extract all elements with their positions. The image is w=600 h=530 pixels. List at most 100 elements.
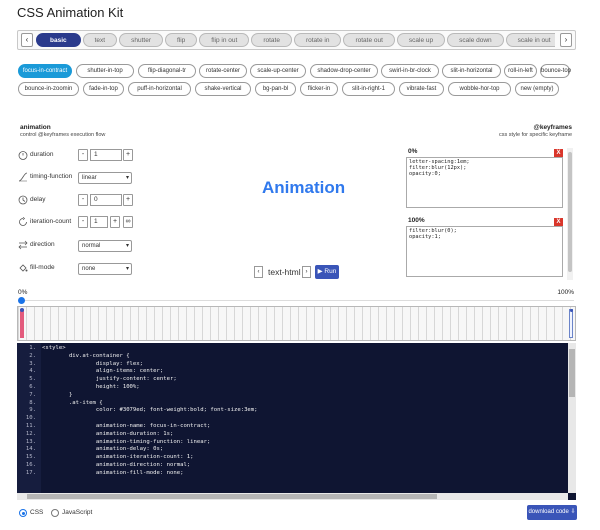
animation-chip[interactable]: focus-in-contract [18, 64, 72, 78]
timeline-slider-thumb[interactable] [18, 297, 25, 304]
keyframe-css-editor[interactable]: letter-spacing:1em; filter:blur(12px); o… [406, 157, 563, 208]
iteration-decrement-button[interactable]: - [78, 216, 88, 228]
code-line: 6. height: 100%; [17, 384, 562, 392]
keyframe-marker-end[interactable] [569, 309, 573, 338]
category-tab[interactable]: shutter [119, 33, 163, 47]
scrollbar-thumb[interactable] [27, 494, 437, 499]
download-code-button[interactable]: download code ⇩ [527, 505, 577, 520]
chevron-left-icon[interactable]: ‹ [21, 33, 33, 47]
code-text: animation-duration: 1s; [42, 430, 174, 437]
animation-chip[interactable]: new (empty) [515, 82, 559, 96]
animation-chip[interactable]: shutter-in-top [76, 64, 134, 78]
duration-decrement-button[interactable]: - [78, 149, 88, 161]
code-line: 13. animation-timing-function: linear; [17, 439, 562, 447]
category-tab[interactable]: flip [164, 33, 198, 47]
category-tab[interactable]: rotate out [343, 33, 395, 47]
code-text: .at-item { [42, 399, 103, 406]
timing-function-value: linear [82, 175, 97, 181]
code-text: animation-delay: 0s; [42, 446, 164, 453]
repeat-icon [19, 217, 27, 226]
code-line: 4. align-items: center; [17, 368, 562, 376]
category-tab[interactable]: flip in out [199, 33, 250, 47]
css-radio[interactable] [19, 509, 27, 517]
code-line: 11. animation-name: focus-in-contract; [17, 423, 562, 431]
code-output[interactable]: 1. <style> 2. div.at-container {3. display… [17, 343, 576, 500]
category-tab[interactable]: scale down [447, 33, 504, 47]
stopwatch-icon [18, 151, 28, 160]
keyframe-timeline[interactable] [17, 306, 576, 341]
fill-mode-value: none [82, 266, 96, 272]
animation-chip[interactable]: slit-in-horizontal [442, 64, 501, 78]
category-tab[interactable]: text [82, 33, 118, 47]
animation-chip[interactable]: vibrate-fast [399, 82, 444, 96]
animation-chip[interactable]: bounce-in-zoomin [18, 82, 79, 96]
timing-function-select[interactable]: linear ▾ [78, 172, 132, 184]
category-tab[interactable]: scale up [396, 33, 446, 47]
duration-control: duration - 1 + [18, 148, 138, 164]
delete-keyframe-button[interactable]: X [554, 149, 563, 157]
chevron-right-icon[interactable]: › [560, 33, 572, 47]
category-tab[interactable]: basic [36, 33, 81, 47]
animation-chip[interactable]: rotate-center [199, 64, 247, 78]
code-horizontal-scrollbar[interactable] [17, 493, 568, 500]
delay-input[interactable]: 0 [90, 194, 122, 206]
code-text: <style> [42, 345, 66, 351]
line-number: 4. [29, 368, 36, 375]
duration-increment-button[interactable]: + [123, 149, 133, 161]
animation-chip[interactable]: swirl-in-br-clock [381, 64, 439, 78]
animation-chip[interactable]: slit-in-right-1 [342, 82, 395, 96]
animation-chip[interactable]: wobble-hor-top [448, 82, 511, 96]
direction-label: direction [30, 241, 55, 248]
delay-increment-button[interactable]: + [123, 194, 133, 206]
keyframes-scrollbar[interactable] [567, 148, 573, 280]
direction-select[interactable]: normal ▾ [78, 240, 132, 252]
delay-decrement-button[interactable]: - [78, 194, 88, 206]
timeline-end-label: 100% [557, 289, 574, 296]
chevron-down-icon: ▾ [125, 266, 129, 272]
paint-bucket-icon [19, 264, 28, 272]
previous-mode-button[interactable]: ‹ [254, 266, 263, 278]
line-number: 5. [29, 376, 36, 383]
delete-keyframe-button[interactable]: X [554, 218, 563, 226]
animation-chip[interactable]: puff-in-horizontal [128, 82, 191, 96]
animation-chip[interactable]: fade-in-top [83, 82, 124, 96]
iteration-increment-button[interactable]: + [110, 216, 120, 228]
scrollbar-thumb[interactable] [569, 349, 575, 397]
line-number: 15. [25, 454, 36, 461]
line-number: 16. [25, 461, 36, 468]
category-tab[interactable]: rotate in [293, 33, 342, 47]
code-vertical-scrollbar[interactable] [568, 343, 576, 493]
animation-chip[interactable]: shadow-drop-center [310, 64, 378, 78]
animation-chip[interactable]: shake-vertical [195, 82, 251, 96]
timeline-slider-track[interactable] [20, 300, 574, 301]
keyframe-css-editor[interactable]: filter:blur(0); opacity:1; [406, 226, 563, 277]
duration-input[interactable]: 1 [90, 149, 122, 161]
line-number: 12. [25, 430, 36, 437]
keyframe-marker-start[interactable] [20, 308, 24, 338]
animation-chip[interactable]: bounce-top [540, 64, 571, 78]
animation-chip[interactable]: flicker-in [300, 82, 338, 96]
category-tab[interactable]: scale in out [505, 33, 555, 47]
javascript-radio[interactable] [51, 509, 59, 517]
scrollbar-thumb[interactable] [568, 152, 572, 272]
keyframes-section-subtitle: css style for specific keyframe [498, 132, 572, 138]
fill-mode-select[interactable]: none ▾ [78, 263, 132, 275]
infinite-toggle-button[interactable]: ∞ [123, 216, 133, 228]
iteration-count-input[interactable]: 1 [90, 216, 108, 228]
category-tab[interactable]: rotate [251, 33, 292, 47]
code-line: 8. .at-item { [17, 400, 562, 408]
animation-chip[interactable]: flip-diagonal-tr [138, 64, 196, 78]
keyframe-100: 100% X filter:blur(0); opacity:1; [406, 217, 563, 279]
next-mode-button[interactable]: › [302, 266, 311, 278]
line-number: 6. [29, 383, 36, 390]
code-text: display: flex; [42, 360, 144, 367]
code-text: height: 100%; [42, 383, 140, 390]
code-line: 12. animation-duration: 1s; [17, 431, 562, 439]
run-button[interactable]: ▶ Run [315, 265, 339, 279]
line-number: 10. [25, 415, 36, 422]
code-text: } [42, 391, 73, 398]
animation-chip[interactable]: scale-up-center [250, 64, 306, 78]
animation-chip[interactable]: bg-pan-bl [255, 82, 296, 96]
code-line: 16. animation-direction: normal; [17, 462, 562, 470]
animation-chip[interactable]: roll-in-left [504, 64, 537, 78]
